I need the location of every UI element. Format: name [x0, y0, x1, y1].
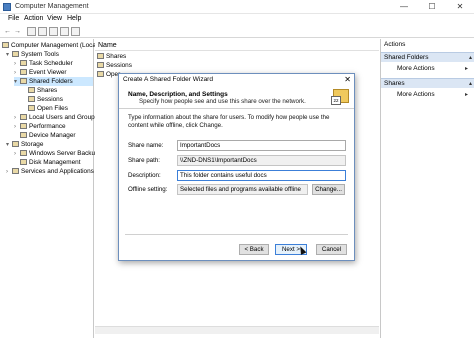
backup-icon: [20, 150, 27, 157]
change-button[interactable]: Change...: [312, 184, 345, 195]
folder-badge: 22: [331, 96, 341, 105]
services-icon: [12, 168, 19, 175]
help-icon[interactable]: [71, 27, 80, 36]
cancel-button[interactable]: Cancel: [316, 244, 347, 255]
actions-header: Actions: [384, 41, 406, 48]
wizard-description: Type information about the share for use…: [128, 114, 330, 129]
folder-icon: [97, 71, 104, 78]
menu-file[interactable]: File: [8, 15, 19, 22]
tree-item-windows-server-backup[interactable]: › Windows Server Backup: [14, 149, 99, 158]
maximize-button[interactable]: ☐: [418, 0, 446, 14]
performance-icon: [20, 123, 27, 130]
show-hide-tree-icon[interactable]: [38, 27, 47, 36]
column-header-name[interactable]: Name: [95, 40, 379, 51]
submenu-arrow-icon: ▸: [465, 66, 469, 72]
list-item[interactable]: Sessions: [95, 61, 132, 70]
collapse-icon[interactable]: ▴: [469, 53, 472, 63]
tree-item-shares[interactable]: Shares: [28, 86, 57, 95]
forward-arrow-icon[interactable]: →: [13, 27, 22, 36]
computer-management-icon: [3, 3, 11, 11]
minimize-button[interactable]: —: [390, 0, 418, 14]
folder-icon: [97, 53, 104, 60]
tree-item-open-files[interactable]: Open Files: [28, 104, 68, 113]
menu-action[interactable]: Action: [24, 15, 43, 22]
wizard-subheading: Specify how people see and use this shar…: [139, 98, 306, 105]
window-title: Computer Management: [15, 3, 89, 10]
share-name-label: Share name:: [128, 142, 164, 149]
offline-setting-label: Offline setting:: [128, 186, 168, 193]
shared-folder-icon: [20, 78, 27, 85]
navigation-tree: Computer Management (Local ▾ System Tools…: [0, 39, 99, 338]
offline-setting-field: Selected files and programs available of…: [177, 184, 308, 195]
tree-item-shared-folders[interactable]: ▾ Shared Folders: [14, 77, 93, 86]
actions-pane: Actions Shared Folders ▴ More Actions ▸ Sh…: [380, 39, 474, 338]
clock-icon: [20, 60, 27, 67]
back-arrow-icon[interactable]: ←: [3, 27, 12, 36]
device-manager-icon: [20, 132, 27, 139]
list-item[interactable]: Shares: [95, 52, 126, 61]
actions-section-shared-folders[interactable]: Shared Folders ▴: [381, 52, 474, 62]
tree-item-storage[interactable]: ▾ Storage: [6, 140, 43, 149]
list-item[interactable]: Oper: [95, 70, 120, 79]
toolbar: ← →: [0, 25, 474, 38]
folder-icon: [28, 96, 35, 103]
tree-item-disk-management[interactable]: Disk Management: [20, 158, 81, 167]
create-shared-folder-wizard: Create A Shared Folder Wizard ✕ Name, De…: [118, 73, 355, 261]
tree-item-system-tools[interactable]: ▾ System Tools: [6, 50, 59, 59]
folder-icon: [97, 62, 104, 69]
divider: [125, 234, 348, 235]
tree-item-device-manager[interactable]: Device Manager: [20, 131, 76, 140]
tools-icon: [12, 51, 19, 58]
wizard-heading: Name, Description, and Settings: [128, 91, 228, 98]
event-viewer-icon: [20, 69, 27, 76]
tree-item-performance[interactable]: › Performance: [14, 122, 66, 131]
share-path-label: Share path:: [128, 157, 160, 164]
refresh-icon[interactable]: [49, 27, 58, 36]
tree-item-services-applications[interactable]: › Services and Applications: [6, 167, 94, 176]
export-list-icon[interactable]: [60, 27, 69, 36]
wizard-header: Name, Description, and Settings Specify …: [119, 85, 354, 109]
computer-icon: [2, 42, 9, 49]
users-icon: [20, 114, 27, 121]
horizontal-scrollbar[interactable]: [95, 326, 379, 334]
more-actions-link[interactable]: More Actions ▸: [397, 90, 468, 100]
tree-item-task-scheduler[interactable]: › Task Scheduler: [14, 59, 73, 68]
menu-view[interactable]: View: [47, 15, 62, 22]
tree-item-sessions[interactable]: Sessions: [28, 95, 63, 104]
folder-icon: [28, 105, 35, 112]
menu-bar: File Action View Help: [0, 14, 474, 25]
up-folder-icon[interactable]: [27, 27, 36, 36]
description-label: Description:: [128, 172, 161, 179]
tree-item-event-viewer[interactable]: › Event Viewer: [14, 68, 67, 77]
wizard-title: Create A Shared Folder Wizard: [119, 74, 354, 85]
wizard-close-button[interactable]: ✕: [344, 74, 351, 85]
more-actions-link[interactable]: More Actions ▸: [397, 64, 468, 74]
folder-icon: [28, 87, 35, 94]
share-name-field[interactable]: ImportantDocs: [177, 140, 346, 151]
storage-icon: [12, 141, 19, 148]
close-button[interactable]: ✕: [446, 0, 474, 14]
share-path-field: \\ZND-DNS1\ImportantDocs: [177, 155, 346, 166]
back-button[interactable]: < Back: [239, 244, 269, 255]
description-field[interactable]: This folder contains useful docs: [177, 170, 346, 181]
collapse-icon[interactable]: ▴: [469, 79, 472, 89]
tree-root[interactable]: Computer Management (Local: [2, 41, 97, 50]
submenu-arrow-icon: ▸: [465, 92, 469, 98]
title-bar: Computer Management — ☐ ✕: [0, 0, 474, 14]
disk-icon: [20, 159, 27, 166]
tree-item-local-users[interactable]: › Local Users and Groups: [14, 113, 98, 122]
actions-section-shares[interactable]: Shares ▴: [381, 78, 474, 88]
menu-help[interactable]: Help: [67, 15, 81, 22]
